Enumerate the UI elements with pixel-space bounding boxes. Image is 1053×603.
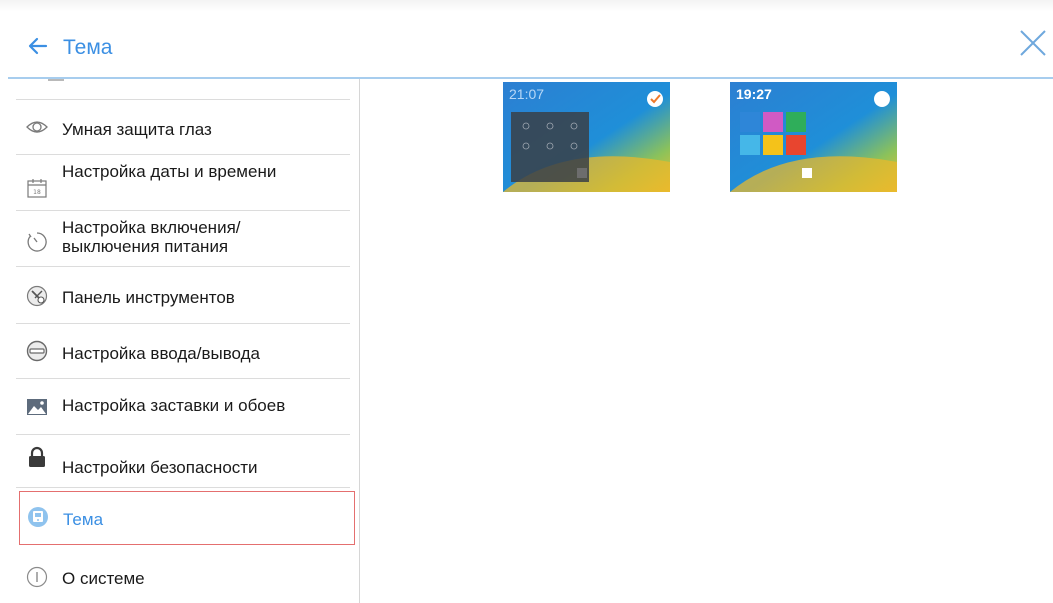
sidebar-item-input-output[interactable]: Настройка ввода/вывода <box>16 324 350 379</box>
sidebar[interactable]: Умная защита глаз 18 Настройка даты и вр… <box>16 79 360 603</box>
input-output-icon <box>26 340 48 362</box>
sidebar-item-label: Настройка ввода/вывода <box>62 344 261 363</box>
close-icon[interactable] <box>1018 28 1048 58</box>
eye-icon <box>26 121 48 133</box>
sidebar-item-label: Настройка даты и времени <box>62 162 277 181</box>
sidebar-item-theme[interactable]: Тема <box>19 491 355 545</box>
info-icon <box>26 566 48 588</box>
tools-icon <box>26 285 48 307</box>
sidebar-item-label: Настройка включения/ выключения питания <box>62 218 241 256</box>
sidebar-item-label: Умная защита глаз <box>62 120 212 139</box>
lock-icon <box>29 446 45 467</box>
sidebar-item-security[interactable]: Настройки безопасности <box>16 435 350 488</box>
sidebar-item-label: Панель инструментов <box>62 288 235 307</box>
theme-clock: 21:07 <box>509 86 545 102</box>
header: Тема <box>0 12 1053 78</box>
calendar-icon: 18 <box>27 179 47 198</box>
theme-clock: 19:27 <box>736 86 772 102</box>
sidebar-item-label: Настройки безопасности <box>62 458 258 477</box>
svg-text:18: 18 <box>33 189 41 196</box>
sidebar-item-label: Настройка заставки и обоев <box>62 396 286 415</box>
sidebar-item-wallpaper[interactable]: Настройка заставки и обоев <box>16 379 350 435</box>
sidebar-item-power-schedule[interactable]: Настройка включения/ выключения питания <box>16 211 350 267</box>
theme-card-1[interactable]: 21:07 <box>503 82 670 192</box>
arrow-left-icon[interactable] <box>26 34 50 58</box>
theme-icon <box>28 507 48 527</box>
sidebar-item-date-time[interactable]: 18 Настройка даты и времени <box>16 155 350 211</box>
theme-list: 21:07 19:27 <box>361 79 1053 603</box>
top-shadow <box>0 0 1053 12</box>
sidebar-item-hidden[interactable] <box>16 79 350 100</box>
sidebar-item-about[interactable]: О системе <box>16 547 350 603</box>
image-icon <box>27 399 47 415</box>
sidebar-item-toolbar[interactable]: Панель инструментов <box>16 267 350 324</box>
sidebar-item-label: Тема <box>63 510 104 529</box>
sidebar-item-label: О системе <box>62 569 145 588</box>
sidebar-item-eye-protection[interactable]: Умная защита глаз <box>16 100 350 155</box>
timer-icon <box>27 232 47 252</box>
page-title: Тема <box>63 36 113 59</box>
theme-card-2[interactable]: 19:27 <box>730 82 897 192</box>
